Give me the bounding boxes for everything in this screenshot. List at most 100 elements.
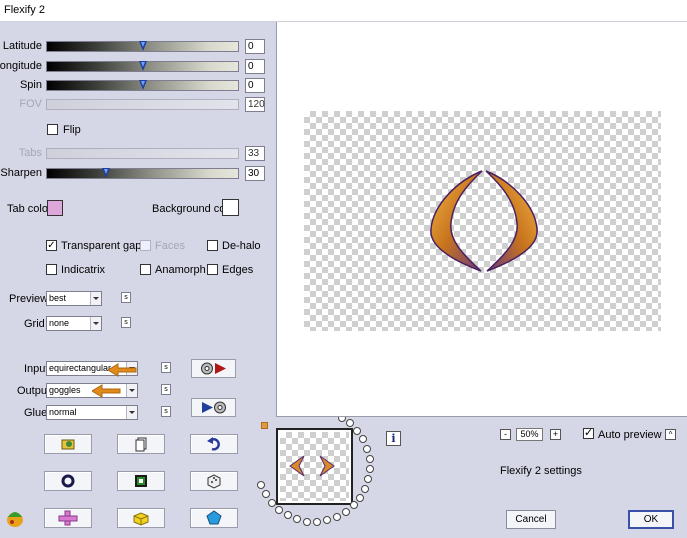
navigator-thumbnail[interactable]	[276, 428, 353, 505]
navigator-dot[interactable]	[350, 501, 358, 509]
tab-color-label: Tab color	[7, 203, 52, 215]
tab-color-swatch[interactable]	[47, 200, 63, 216]
navigator-dot[interactable]	[361, 485, 369, 493]
navigator-dot[interactable]	[275, 506, 283, 514]
faces-label: Faces	[155, 240, 185, 252]
longitude-value-field[interactable]: 0	[245, 59, 265, 74]
input-s-button[interactable]: s	[161, 362, 171, 373]
dodecahedron-button[interactable]	[190, 508, 238, 528]
input-preset-button[interactable]	[191, 359, 236, 378]
cube-button[interactable]	[117, 508, 165, 528]
navigator-dot[interactable]	[323, 516, 331, 524]
folder-open-icon	[61, 439, 75, 450]
fov-slider[interactable]	[46, 99, 239, 110]
spin-slider[interactable]	[46, 80, 239, 91]
green-frame-icon	[135, 475, 147, 487]
orange-arrow-icon	[92, 384, 121, 398]
navigator-dot[interactable]	[364, 475, 372, 483]
chevron-down-icon	[90, 292, 101, 305]
preview-label: Preview	[9, 293, 49, 305]
frame-button[interactable]	[117, 471, 165, 491]
grid-select[interactable]: none	[46, 316, 102, 331]
output-select-value: goggles	[49, 385, 81, 395]
status-text: Flexify 2 settings	[500, 465, 582, 477]
flip-checkbox[interactable]	[47, 124, 58, 135]
navigator-dot[interactable]	[262, 490, 270, 498]
preview-s-button[interactable]: s	[121, 292, 131, 303]
input-label: Input	[24, 363, 49, 375]
glue-select[interactable]: normal	[46, 405, 138, 420]
orange-arrow-icon	[108, 363, 137, 377]
edges-checkbox[interactable]	[207, 264, 218, 275]
fov-value-field[interactable]: 120	[245, 97, 265, 112]
longitude-slider-thumb[interactable]	[139, 61, 148, 72]
navigator-dot[interactable]	[303, 518, 311, 526]
zoom-out-button[interactable]: -	[500, 429, 511, 440]
copy-button[interactable]	[117, 434, 165, 454]
cancel-button[interactable]: Cancel	[506, 510, 556, 529]
tabs-value-field[interactable]: 33	[245, 146, 265, 161]
spin-value-field[interactable]: 0	[245, 78, 265, 93]
longitude-slider[interactable]	[46, 61, 239, 72]
latitude-slider[interactable]	[46, 41, 239, 52]
chevron-down-icon	[90, 317, 101, 330]
glue-label: Glue	[24, 407, 48, 419]
fov-label: FOV	[19, 98, 42, 110]
anamorph-checkbox[interactable]	[140, 264, 151, 275]
window-title: Flexify 2	[4, 4, 45, 16]
latitude-slider-thumb[interactable]	[139, 41, 148, 52]
navigator-corner-button[interactable]	[261, 422, 268, 429]
transparent-gaps-checkbox[interactable]: ✓	[46, 240, 57, 251]
edges-label: Edges	[222, 264, 254, 276]
spin-slider-thumb[interactable]	[139, 80, 148, 91]
navigator-dot[interactable]	[346, 419, 354, 427]
collapse-button[interactable]: ^	[665, 429, 676, 440]
preview-pane[interactable]	[276, 22, 687, 417]
navigator-dot[interactable]	[353, 427, 361, 435]
reel-play-icon	[200, 362, 226, 375]
title-bar: Flexify 2	[0, 0, 687, 22]
sphere-button[interactable]	[44, 471, 92, 491]
sharpen-slider[interactable]	[46, 168, 239, 179]
navigator-dot[interactable]	[366, 455, 374, 463]
ok-button[interactable]: OK	[628, 510, 674, 529]
output-preset-button[interactable]	[191, 398, 236, 417]
chevron-down-icon	[126, 384, 137, 397]
de-halo-label: De-halo	[222, 240, 261, 252]
undo-button[interactable]	[190, 434, 238, 454]
navigator-dot[interactable]	[257, 481, 265, 489]
indicatrix-checkbox[interactable]	[46, 264, 57, 275]
glue-s-button[interactable]: s	[161, 406, 171, 417]
random-button[interactable]	[190, 471, 238, 491]
navigator-dot[interactable]	[363, 445, 371, 453]
navigator-dot[interactable]	[333, 513, 341, 521]
latitude-value-field[interactable]: 0	[245, 39, 265, 54]
open-button[interactable]	[44, 434, 92, 454]
sharpen-slider-thumb[interactable]	[102, 168, 111, 179]
info-button[interactable]: i	[386, 431, 401, 446]
flaming-pear-logo-icon	[7, 512, 23, 527]
grid-s-button[interactable]: s	[121, 317, 131, 328]
background-color-swatch[interactable]	[222, 199, 239, 216]
faces-checkbox[interactable]	[140, 240, 151, 251]
auto-preview-checkbox[interactable]: ✓	[583, 428, 594, 439]
de-halo-checkbox[interactable]	[207, 240, 218, 251]
sharpen-value-field[interactable]: 30	[245, 166, 265, 181]
navigator-dot[interactable]	[268, 499, 276, 507]
navigator-dot[interactable]	[284, 511, 292, 519]
navigator-dot[interactable]	[313, 518, 321, 526]
anamorph-label: Anamorph	[155, 264, 206, 276]
navigator-dot[interactable]	[359, 435, 367, 443]
navigator-dot[interactable]	[366, 465, 374, 473]
navigator-dot[interactable]	[356, 494, 364, 502]
preview-select[interactable]: best	[46, 291, 102, 306]
tabs-slider[interactable]	[46, 148, 239, 159]
navigator-dot[interactable]	[342, 508, 350, 516]
navigator-dot[interactable]	[293, 515, 301, 523]
cross-button[interactable]	[44, 508, 92, 528]
longitude-label: Longitude	[0, 60, 42, 72]
copy-pages-icon	[135, 437, 147, 452]
cube-net-icon	[58, 510, 78, 526]
output-s-button[interactable]: s	[161, 384, 171, 395]
zoom-in-button[interactable]: +	[550, 429, 561, 440]
